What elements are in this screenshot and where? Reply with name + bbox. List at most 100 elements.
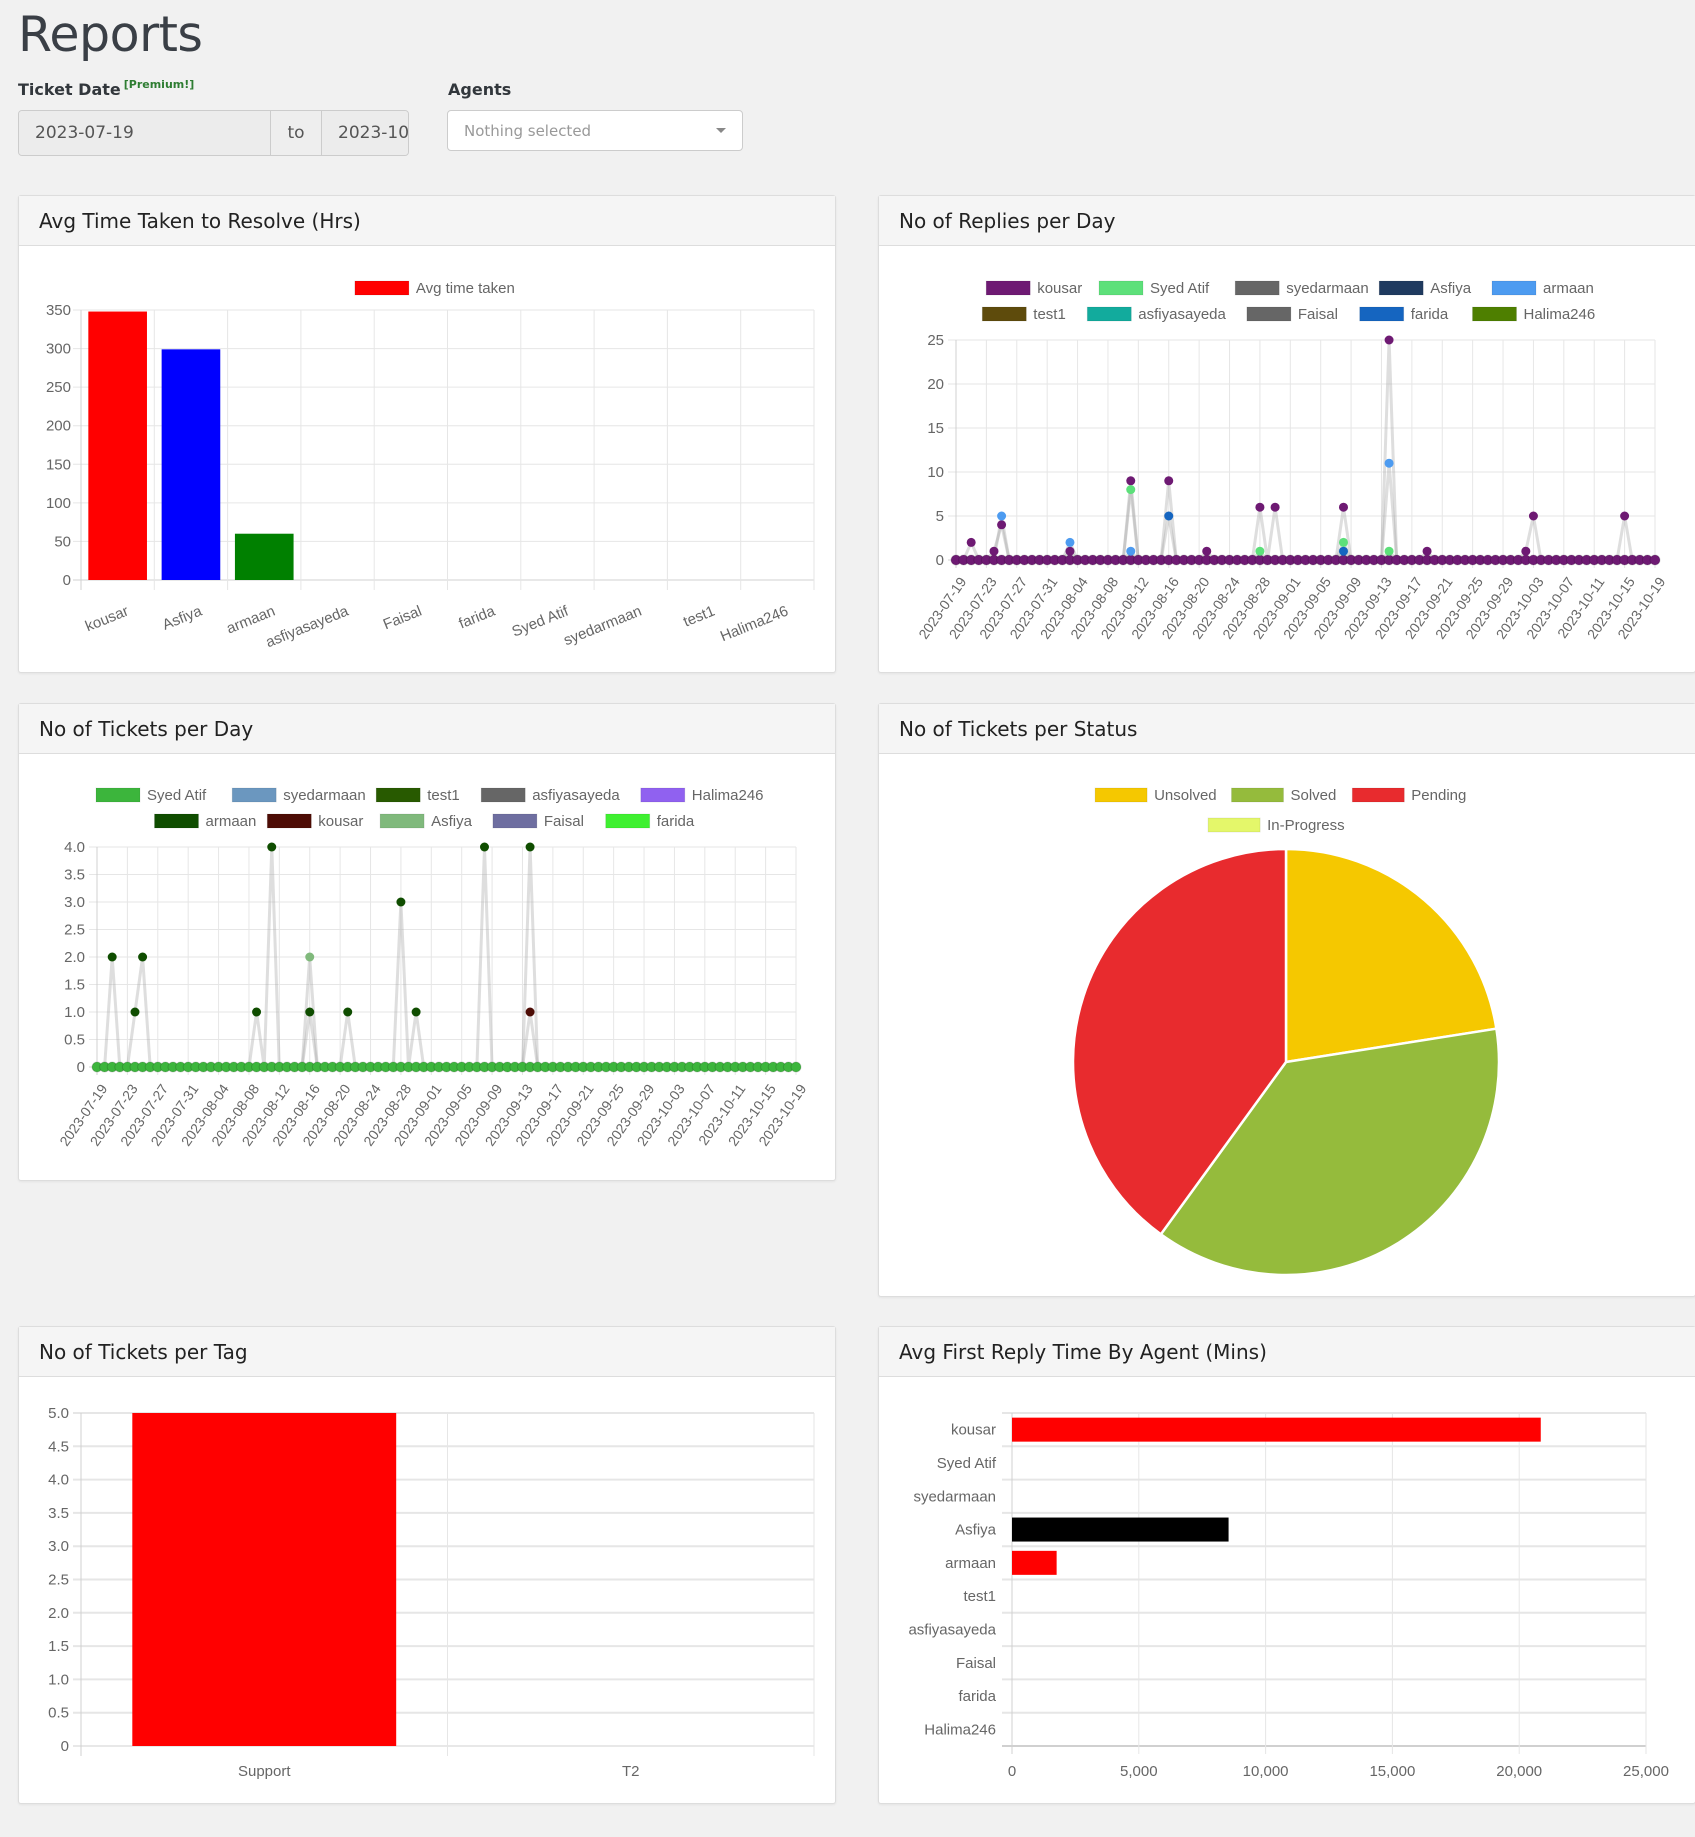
legend-label: Pending — [1411, 787, 1466, 804]
data-point — [138, 952, 148, 962]
x-tick-label: 5,000 — [1120, 1763, 1158, 1780]
x-tick-label: Faisal — [381, 603, 424, 634]
data-point — [1422, 546, 1432, 556]
y-tick-label: test1 — [963, 1588, 996, 1605]
legend-swatch — [1234, 280, 1280, 296]
data-point — [1270, 502, 1280, 512]
legend-label: syedarmaan — [1286, 280, 1369, 297]
y-tick-label: 5.0 — [48, 1405, 69, 1422]
legend-swatch — [154, 813, 199, 829]
legend-label: Solved — [1291, 787, 1337, 804]
y-tick-label: 200 — [46, 418, 71, 435]
series-line — [956, 463, 1655, 562]
x-tick-label: 0 — [1008, 1763, 1016, 1780]
bar — [1012, 1550, 1057, 1575]
series-line — [956, 339, 1655, 562]
legend-label: In-Progress — [1267, 817, 1345, 834]
legend-label: Avg time taken — [416, 280, 515, 297]
premium-badge[interactable]: [Premium!] — [124, 78, 195, 91]
data-point — [1126, 485, 1136, 495]
first-reply-time-chart: 0 5,000 10,000 15,000 20,000 25,000 kousar Syed… — [908, 1412, 1669, 1780]
legend-swatch — [640, 787, 686, 803]
data-point — [997, 520, 1007, 530]
data-point — [411, 1007, 421, 1017]
y-tick-label: 0 — [61, 1738, 69, 1755]
legend-swatch — [981, 306, 1027, 322]
legend-label: test1 — [427, 787, 460, 804]
legend-label: kousar — [1037, 280, 1082, 297]
data-point — [1620, 511, 1630, 521]
y-tick-label: asfiyasayeda — [908, 1621, 996, 1638]
date-to-input[interactable] — [322, 111, 408, 155]
bar — [1012, 1517, 1229, 1542]
y-tick-label: Syed Atif — [937, 1455, 997, 1472]
data-point — [989, 546, 999, 556]
y-tick-label: kousar — [951, 1422, 996, 1439]
data-point — [1384, 335, 1394, 345]
tickets-per-tag-chart: 0 0.5 1.0 1.5 2.0 2.5 3.0 3.5 4.0 4.5 5.0 Support T2 — [48, 1405, 815, 1780]
legend-swatch — [1207, 817, 1261, 833]
data-point — [343, 1007, 353, 1017]
y-tick-label: 1.5 — [64, 977, 85, 994]
series-line — [956, 489, 1655, 562]
data-point — [997, 511, 1007, 521]
data-point — [1528, 511, 1538, 521]
legend-label: test1 — [1033, 306, 1066, 323]
legend-label: armaan — [1543, 280, 1594, 297]
y-tick-label: syedarmaan — [913, 1488, 996, 1505]
y-tick-label: 50 — [54, 533, 71, 550]
y-tick-label: 2.5 — [48, 1572, 69, 1589]
bar — [88, 311, 147, 580]
y-tick-label: 150 — [46, 456, 71, 473]
data-point — [479, 842, 489, 852]
y-tick-label: 0.5 — [48, 1705, 69, 1722]
y-tick-label: 0 — [77, 1059, 85, 1076]
data-point — [396, 897, 406, 907]
data-point — [1126, 546, 1136, 556]
y-tick-label: armaan — [945, 1555, 996, 1572]
data-point — [1065, 546, 1075, 556]
y-tick-label: 3.5 — [64, 867, 85, 884]
legend-swatch — [1351, 787, 1405, 803]
legend-label: farida — [1411, 306, 1449, 323]
legend-label: syedarmaan — [283, 787, 366, 804]
y-tick-label: 10 — [927, 464, 944, 481]
page-title: Reports — [18, 6, 203, 63]
legend-label: Halima246 — [1524, 306, 1596, 323]
x-tick-label: farida — [456, 602, 498, 632]
data-point — [305, 1007, 315, 1017]
x-tick-label: test1 — [681, 603, 718, 631]
legend-label: Faisal — [544, 813, 584, 830]
date-from-input[interactable] — [19, 111, 270, 155]
legend-swatch — [266, 813, 312, 829]
y-tick-label: 350 — [46, 302, 71, 319]
pie-slice — [1284, 847, 1498, 1064]
data-point — [1338, 546, 1348, 556]
resolve-time-chart: Avg time taken 0 50 100 150 200 250 300 350 kousa… — [46, 280, 815, 651]
panel-tickets-per-day: No of Tickets per Day Syed Atif syedarmaa… — [18, 703, 836, 1181]
bar — [161, 349, 221, 580]
data-point — [1384, 546, 1394, 556]
agents-select[interactable]: Nothing selected — [447, 110, 743, 151]
y-tick-label: 2.0 — [48, 1605, 69, 1622]
panel-tickets-per-status: No of Tickets per Status Unsolved Solved P… — [878, 703, 1695, 1297]
legend-label: asfiyasayeda — [532, 787, 620, 804]
data-point — [305, 952, 315, 962]
data-point — [525, 842, 535, 852]
bar — [234, 533, 294, 580]
legend-swatch — [1359, 306, 1405, 322]
data-point — [1649, 554, 1661, 566]
agents-select-value: Nothing selected — [464, 121, 592, 140]
x-tick-label: Halima246 — [718, 603, 791, 646]
y-tick-label: 1.5 — [48, 1638, 69, 1655]
y-tick-label: 250 — [46, 379, 71, 396]
x-tick-label: Asfiya — [160, 602, 205, 633]
legend-swatch — [231, 787, 277, 803]
data-point — [130, 1007, 140, 1017]
date-range-group: to — [18, 110, 409, 156]
y-tick-label: 0 — [63, 572, 71, 589]
x-tick-label: 15,000 — [1369, 1763, 1415, 1780]
legend-label: armaan — [206, 813, 257, 830]
legend-label: kousar — [318, 813, 363, 830]
data-point — [1164, 476, 1174, 486]
